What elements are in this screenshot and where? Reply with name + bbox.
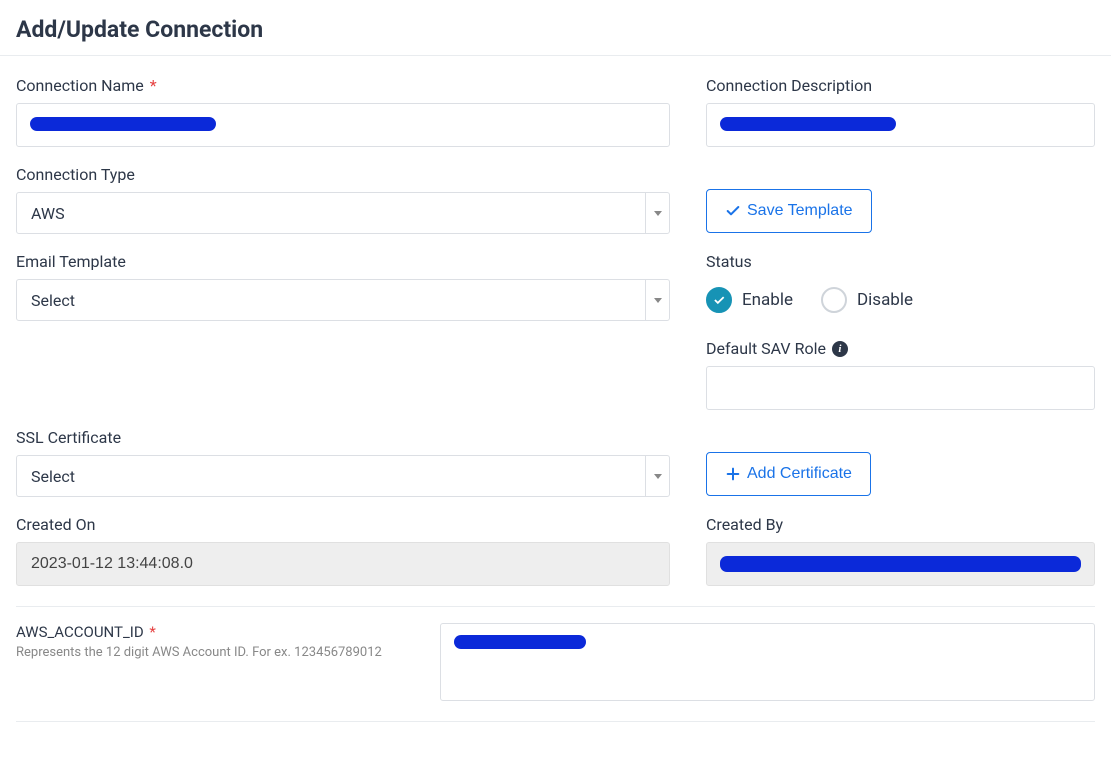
- created-by-group: Created By: [706, 515, 1095, 586]
- created-by-input-wrap: [706, 542, 1095, 586]
- chevron-down-icon: [645, 456, 669, 496]
- email-template-value: Select: [17, 280, 645, 320]
- status-enable-radio[interactable]: Enable: [706, 287, 793, 313]
- created-on-input: [16, 542, 670, 586]
- save-template-button[interactable]: Save Template: [706, 189, 872, 233]
- plus-icon: [725, 466, 741, 482]
- connection-type-select[interactable]: AWS: [16, 192, 670, 234]
- radio-unchecked-icon: [821, 287, 847, 313]
- default-sav-role-label: Default SAV Role: [706, 339, 826, 358]
- info-icon[interactable]: i: [832, 341, 848, 357]
- divider: [16, 606, 1095, 607]
- aws-account-id-input-wrap: [440, 623, 1095, 701]
- redacted-mark: [720, 556, 1081, 572]
- connection-name-label: Connection Name *: [16, 76, 670, 95]
- form-container: Connection Name * Connection Description: [0, 56, 1111, 722]
- email-template-label: Email Template: [16, 252, 670, 271]
- status-group: Status Enable Disable: [706, 252, 1095, 313]
- connection-name-label-text: Connection Name: [16, 76, 144, 95]
- default-sav-role-group: Default SAV Role i: [706, 339, 1095, 410]
- redacted-mark: [30, 117, 216, 131]
- connection-type-group: Connection Type AWS: [16, 165, 670, 234]
- save-template-label: Save Template: [747, 202, 853, 220]
- ssl-certificate-select[interactable]: Select: [16, 455, 670, 497]
- redacted-mark: [720, 117, 896, 131]
- radio-checked-icon: [706, 287, 732, 313]
- email-template-select[interactable]: Select: [16, 279, 670, 321]
- created-on-group: Created On: [16, 515, 670, 586]
- aws-account-id-label: AWS_ACCOUNT_ID *: [16, 623, 416, 641]
- aws-account-id-row: AWS_ACCOUNT_ID * Represents the 12 digit…: [16, 623, 1095, 701]
- redacted-mark: [454, 635, 586, 649]
- connection-description-label: Connection Description: [706, 76, 1095, 95]
- ssl-certificate-value: Select: [17, 456, 645, 496]
- status-disable-radio[interactable]: Disable: [821, 287, 913, 313]
- created-on-label: Created On: [16, 515, 670, 534]
- status-radio-row: Enable Disable: [706, 287, 1095, 313]
- add-certificate-label: Add Certificate: [747, 465, 852, 483]
- connection-description-group: Connection Description: [706, 76, 1095, 147]
- email-template-group: Email Template Select: [16, 252, 670, 321]
- ssl-certificate-group: SSL Certificate Select: [16, 428, 670, 497]
- chevron-down-icon: [645, 193, 669, 233]
- add-certificate-button[interactable]: Add Certificate: [706, 452, 871, 496]
- page-title: Add/Update Connection: [0, 0, 1111, 56]
- connection-description-input-wrap: [706, 103, 1095, 147]
- ssl-certificate-label: SSL Certificate: [16, 428, 670, 447]
- check-icon: [725, 203, 741, 219]
- aws-account-id-help: Represents the 12 digit AWS Account ID. …: [16, 645, 416, 660]
- connection-type-label: Connection Type: [16, 165, 670, 184]
- divider: [16, 721, 1095, 722]
- default-sav-role-input[interactable]: [706, 366, 1095, 410]
- status-label: Status: [706, 252, 1095, 271]
- connection-name-input-wrap: [16, 103, 670, 147]
- required-star-icon: *: [149, 623, 155, 641]
- created-by-label: Created By: [706, 515, 1095, 534]
- status-disable-label: Disable: [857, 290, 913, 310]
- required-star-icon: *: [150, 76, 157, 95]
- aws-account-id-label-text: AWS_ACCOUNT_ID: [16, 623, 144, 641]
- chevron-down-icon: [645, 280, 669, 320]
- connection-name-group: Connection Name *: [16, 76, 670, 147]
- connection-type-value: AWS: [17, 193, 645, 233]
- status-enable-label: Enable: [742, 290, 793, 310]
